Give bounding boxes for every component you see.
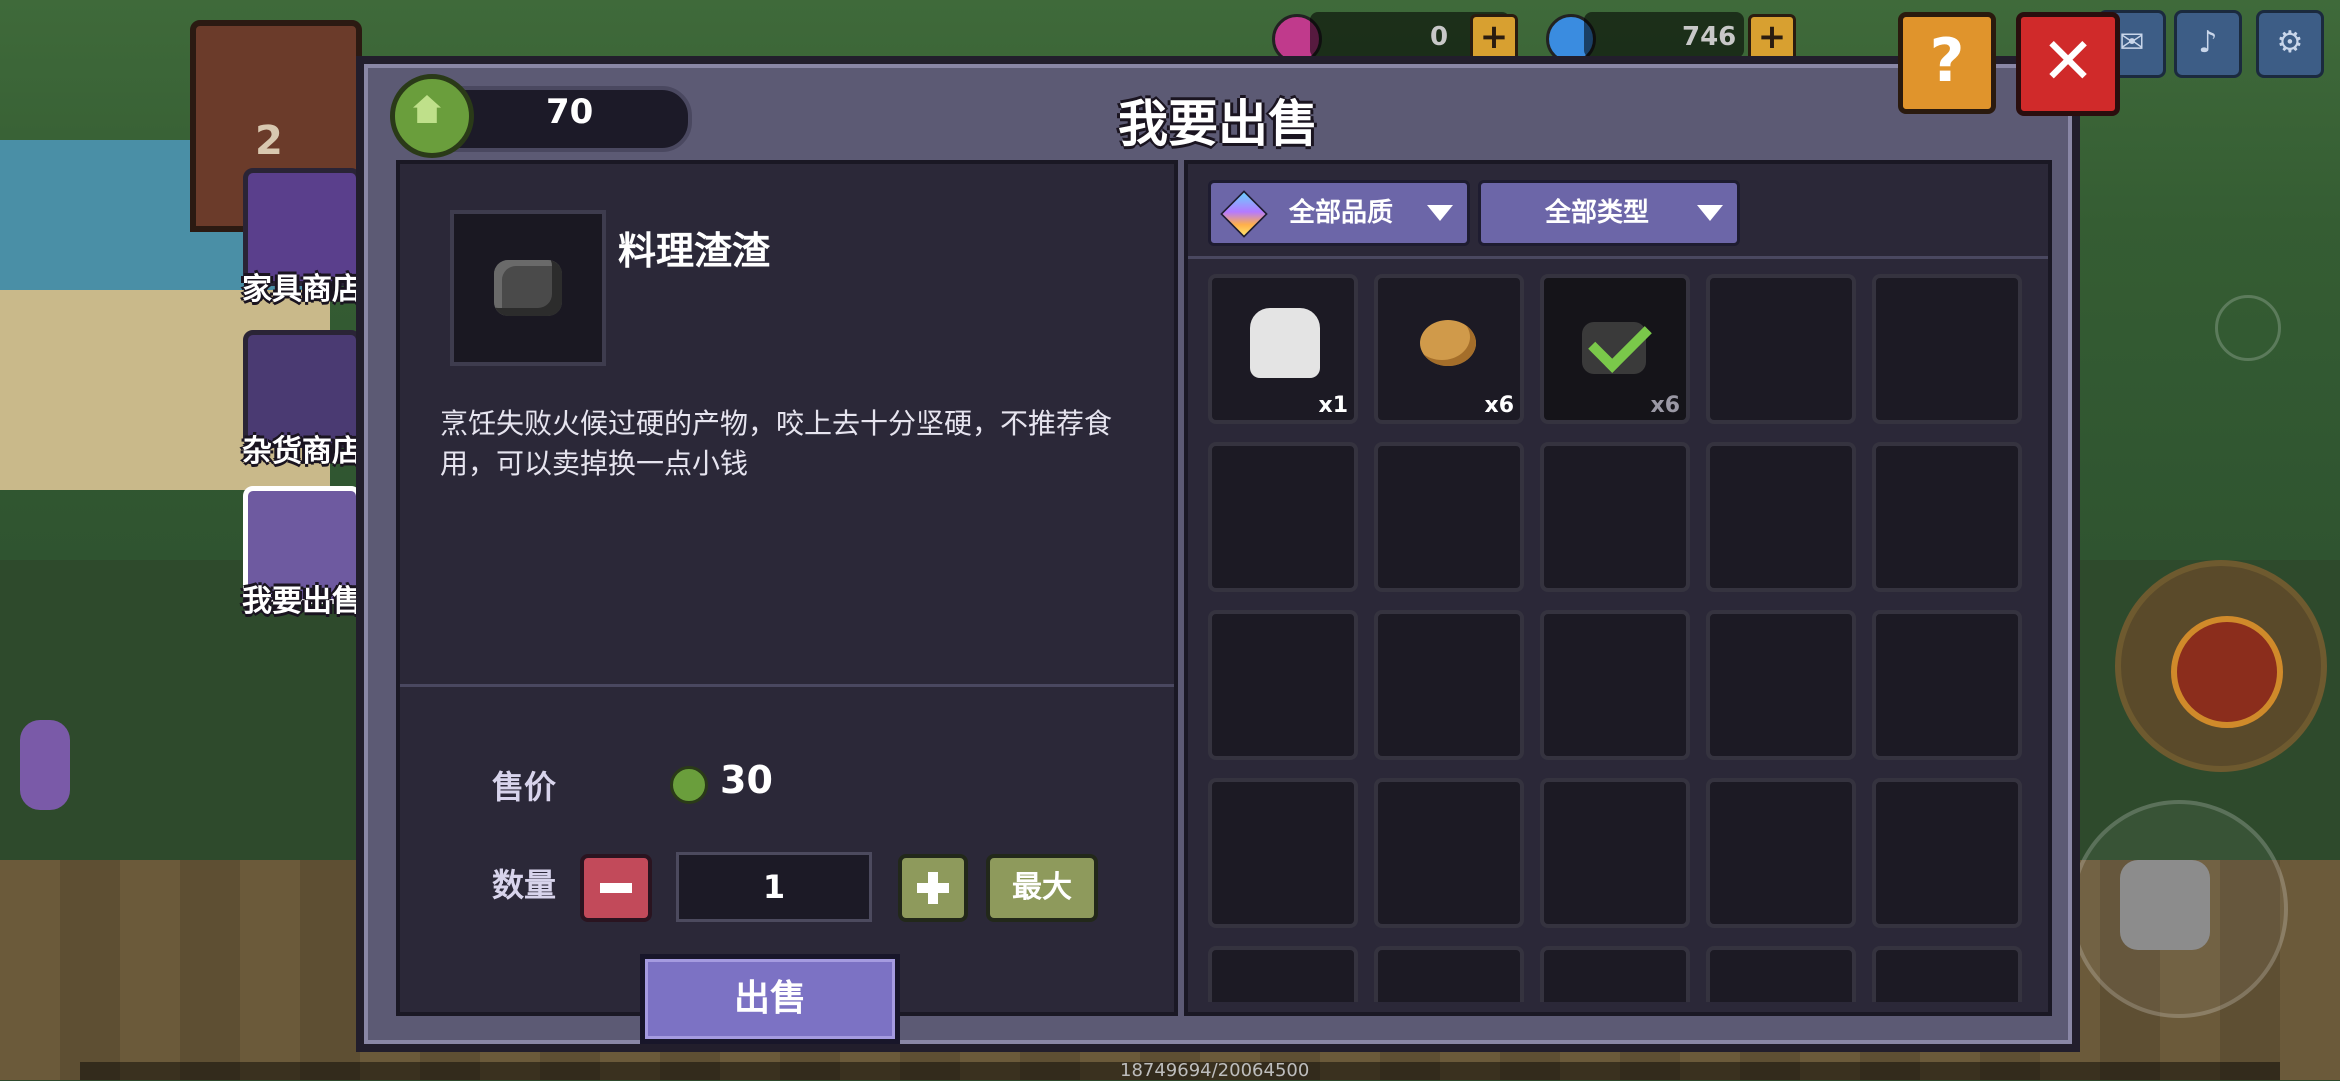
item-description: 烹饪失败火候过硬的产物，咬上去十分坚硬，不推荐食用，可以卖掉换一点小钱: [440, 407, 1113, 480]
sound-icon[interactable]: ♪: [2174, 10, 2242, 78]
quantity-increase-button[interactable]: [898, 854, 968, 922]
inventory-slot[interactable]: [1706, 442, 1856, 592]
tab-grocery-shop[interactable]: 杂货商店: [240, 330, 364, 469]
inventory-slot[interactable]: [1706, 946, 1856, 1002]
experience-text: 18749694/20064500: [1120, 1060, 1310, 1081]
eye-icon[interactable]: [2215, 295, 2281, 361]
tab-furniture-shop-label: 家具商店: [242, 272, 362, 307]
inventory-slot[interactable]: [1208, 778, 1358, 928]
item-count: x6: [1484, 393, 1515, 418]
quantity-label: 数量: [492, 866, 557, 904]
item-detail-area: 料理渣渣 烹饪失败火候过硬的产物，咬上去十分坚硬，不推荐食用，可以卖掉换一点小钱…: [396, 160, 1178, 1044]
inventory-slot[interactable]: [1540, 778, 1690, 928]
price-label: 售价: [492, 768, 557, 806]
cloth-icon: [1250, 308, 1320, 378]
inventory-slot[interactable]: [1706, 610, 1856, 760]
type-filter-label: 全部类型: [1545, 198, 1650, 228]
inventory-area: 全部品质 全部类型 x1 x6 x6: [1184, 160, 2052, 1016]
add-resource-2-button[interactable]: +: [1748, 14, 1796, 62]
help-button[interactable]: ?: [1898, 12, 1996, 114]
inventory-slot[interactable]: [1872, 610, 2022, 760]
inventory-slot[interactable]: [1208, 442, 1358, 592]
home-button-bg[interactable]: [2115, 560, 2327, 772]
quality-filter-label: 全部品质: [1289, 198, 1394, 228]
quality-filter-dropdown[interactable]: 全部品质: [1208, 180, 1470, 246]
inventory-slot[interactable]: [1374, 442, 1524, 592]
potato-icon: [1420, 320, 1476, 366]
coin-currency-icon: [390, 74, 474, 158]
sell-panel: 我要出售 料理渣渣 烹饪失败火候过硬的产物，咬上去十分坚硬，不推荐食用，可以卖掉…: [356, 56, 2080, 1052]
item-icon-box: [450, 210, 606, 366]
quantity-input[interactable]: 1: [676, 852, 872, 922]
divider: [400, 684, 1174, 687]
inventory-slot[interactable]: [1540, 946, 1690, 1002]
tab-grocery-shop-label: 杂货商店: [242, 434, 362, 469]
inventory-grid: x1 x6 x6: [1208, 274, 2028, 1002]
coal-icon: [494, 260, 562, 316]
coin-icon: [670, 766, 708, 804]
resource-value-2: 746: [1682, 22, 1737, 52]
inventory-slot[interactable]: [1872, 442, 2022, 592]
item-name: 料理渣渣: [618, 229, 771, 273]
item-count: x6: [1650, 393, 1681, 418]
divider: [1188, 256, 2048, 259]
page-title: 我要出售: [1118, 95, 1318, 153]
inventory-slot[interactable]: [1208, 610, 1358, 760]
sell-button[interactable]: 出售: [640, 954, 900, 1044]
inventory-slot[interactable]: [1540, 442, 1690, 592]
close-button[interactable]: ✕: [2016, 12, 2120, 116]
inventory-slot[interactable]: [1872, 946, 2022, 1002]
settings-gear-icon[interactable]: ⚙: [2256, 10, 2324, 78]
inventory-slot[interactable]: [1540, 610, 1690, 760]
tab-sell[interactable]: 我要出售: [240, 486, 364, 619]
lavender-plant: [20, 720, 70, 810]
inventory-slot[interactable]: [1374, 778, 1524, 928]
quantity-max-button[interactable]: 最大: [986, 854, 1098, 922]
home-icon: [2171, 616, 2283, 728]
glove-icon: [2120, 860, 2210, 950]
house-number: 2: [255, 118, 283, 164]
item-count: x1: [1318, 393, 1349, 418]
inventory-slot[interactable]: [1706, 778, 1856, 928]
inventory-slot[interactable]: x6: [1540, 274, 1690, 424]
coin-balance: 70: [546, 92, 594, 132]
inventory-slot[interactable]: [1872, 778, 2022, 928]
chevron-down-icon: [1697, 205, 1723, 221]
price-value: 30: [720, 758, 773, 802]
inventory-slot[interactable]: [1208, 946, 1358, 1002]
add-resource-1-button[interactable]: +: [1470, 14, 1518, 62]
inventory-slot[interactable]: x6: [1374, 274, 1524, 424]
inventory-slot[interactable]: [1872, 274, 2022, 424]
quantity-decrease-button[interactable]: [580, 854, 652, 922]
chevron-down-icon: [1427, 205, 1453, 221]
inventory-slot[interactable]: [1374, 610, 1524, 760]
resource-value-1: 0: [1430, 22, 1449, 52]
rainbow-gem-icon: [1220, 190, 1268, 238]
inventory-slot[interactable]: x1: [1208, 274, 1358, 424]
type-filter-dropdown[interactable]: 全部类型: [1478, 180, 1740, 246]
inventory-slot[interactable]: [1706, 274, 1856, 424]
inventory-slot[interactable]: [1374, 946, 1524, 1002]
tab-sell-label: 我要出售: [242, 584, 362, 619]
tab-furniture-shop[interactable]: 家具商店: [240, 168, 364, 307]
